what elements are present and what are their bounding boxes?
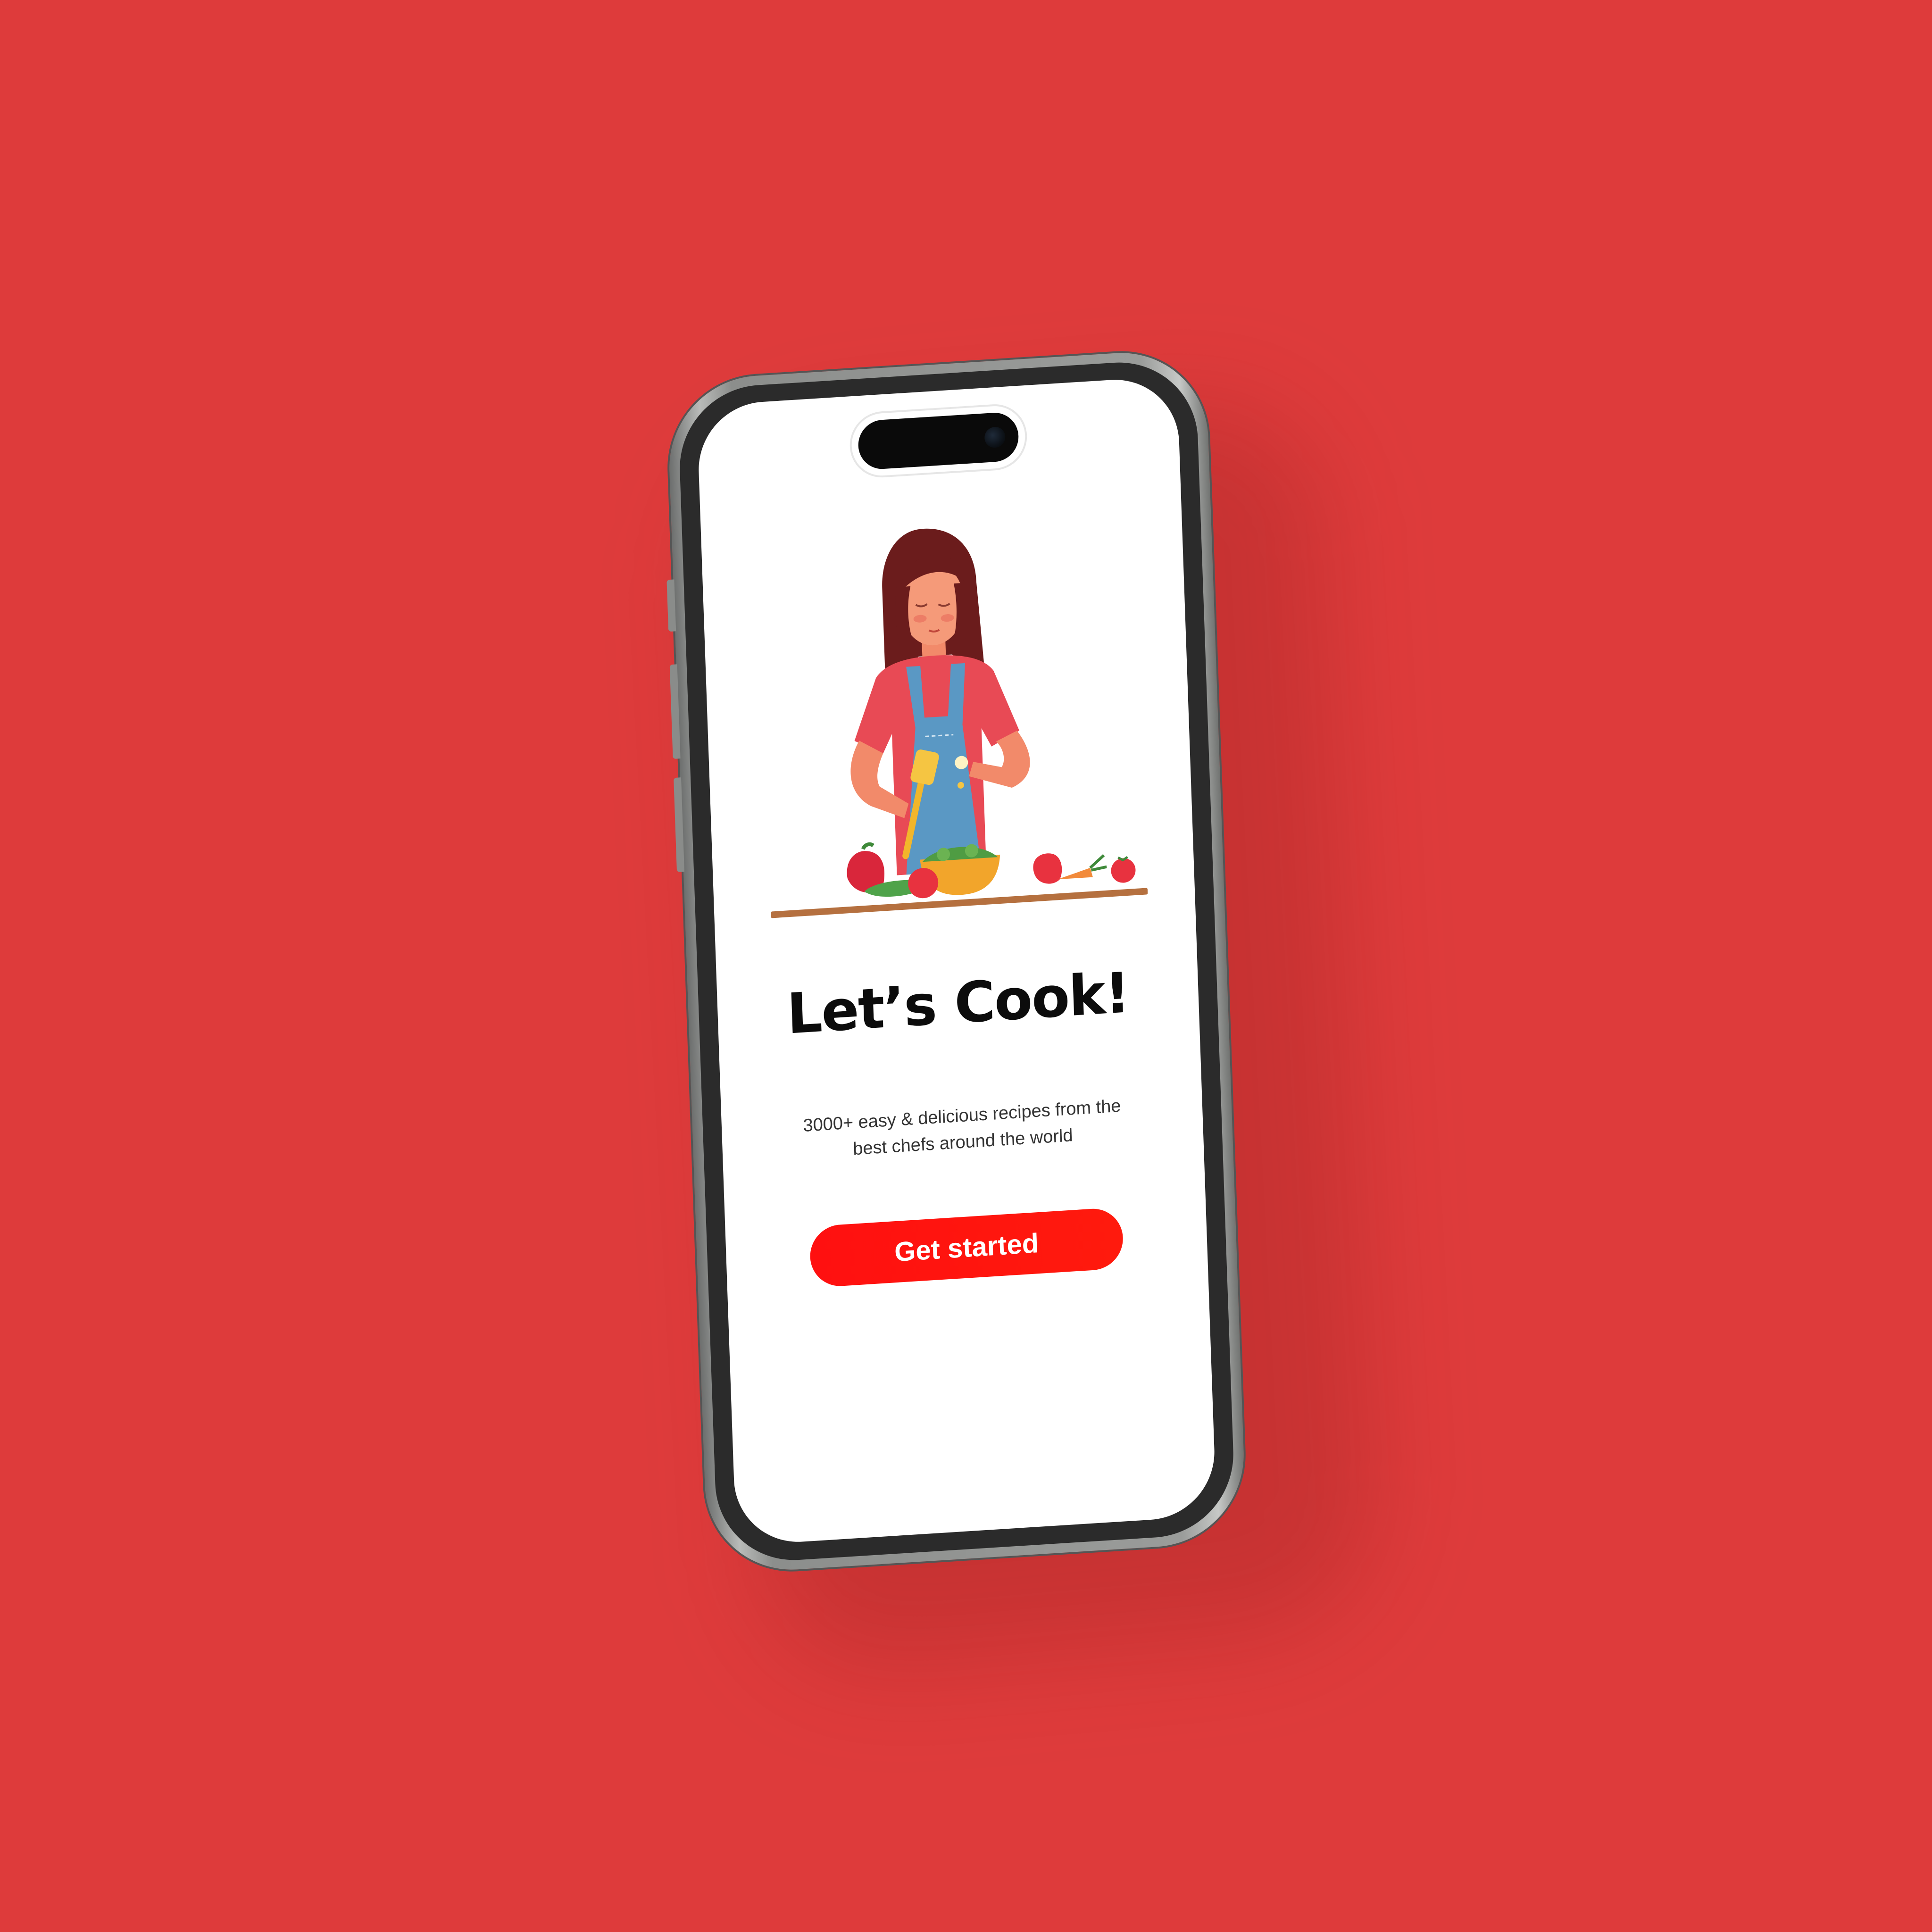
page-title: Let’s Cook! bbox=[785, 960, 1131, 1047]
camera-icon bbox=[984, 426, 1006, 449]
page-subtitle: 3000+ easy & delicious recipes from the … bbox=[802, 1096, 1122, 1159]
dynamic-island bbox=[857, 411, 1020, 471]
tomato-right bbox=[1111, 858, 1136, 883]
phone-device: Let’s Cook! 3000+ easy & delicious recip… bbox=[666, 347, 1247, 1575]
app-screen: Let’s Cook! 3000+ easy & delicious recip… bbox=[696, 375, 1217, 1546]
carrot bbox=[1058, 867, 1093, 880]
red-pepper-right bbox=[1033, 853, 1062, 884]
scene: Let’s Cook! 3000+ easy & delicious recip… bbox=[0, 0, 1932, 1932]
woman-cooking-salad-illustration bbox=[771, 528, 1148, 918]
get-started-button[interactable]: Get started bbox=[809, 1207, 1124, 1288]
